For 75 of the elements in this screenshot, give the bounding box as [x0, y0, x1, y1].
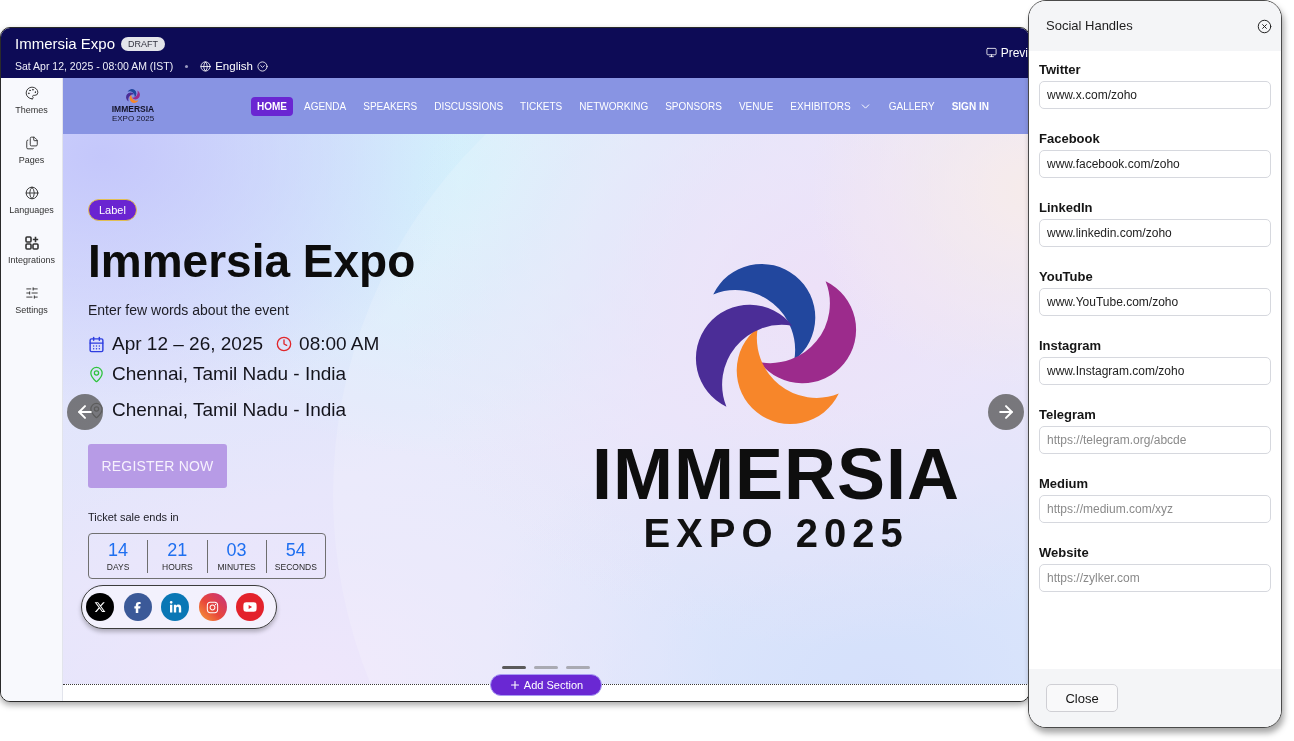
field-label: Telegram: [1039, 407, 1097, 422]
language-selector[interactable]: English: [200, 59, 268, 73]
countdown-unit: MINUTES: [217, 562, 256, 572]
logo-title: IMMERSIA: [592, 441, 960, 507]
nav-link[interactable]: HOME: [251, 96, 293, 116]
plus-icon: [508, 679, 521, 691]
location-pin-icon: [88, 365, 105, 383]
input-field[interactable]: https://telegram.org/abcde: [1039, 426, 1271, 454]
nav-logo-title: IMMERSIA: [111, 104, 155, 114]
sidebar-item[interactable]: Languages: [1, 186, 62, 236]
field-label: Twitter: [1039, 62, 1082, 77]
event-tagline: Enter few words about the event: [88, 301, 289, 319]
arrow-left-icon: [75, 402, 95, 422]
play-button-icon[interactable]: [236, 593, 264, 621]
input-field[interactable]: www.linkedin.com/zoho: [1039, 219, 1271, 247]
in-letter-icon[interactable]: [161, 593, 189, 621]
add-section-button[interactable]: Add Section: [490, 674, 602, 696]
field-label: LinkedIn: [1039, 200, 1094, 215]
status-badge: DRAFT: [121, 37, 166, 51]
field-label: YouTube: [1039, 269, 1094, 284]
input-field[interactable]: https://zylker.com: [1039, 564, 1271, 592]
arrow-right-icon: [996, 402, 1016, 422]
clock-icon: [276, 336, 293, 352]
next-slide-button[interactable]: [988, 394, 1024, 430]
calendar-icon: [88, 335, 105, 353]
event-schedule: Sat Apr 12, 2025 - 08:00 AM (IST): [15, 59, 174, 73]
event-time: 08:00 AM: [299, 332, 380, 356]
countdown-unit: DAYS: [106, 562, 130, 572]
f-letter-icon[interactable]: [123, 593, 152, 621]
nav-logo-subtitle: EXPO 2025: [111, 114, 155, 123]
sliders-icon: [24, 286, 39, 300]
input-field[interactable]: https://medium.com/xyz: [1039, 495, 1271, 523]
label-badge: Label: [88, 199, 137, 221]
app-title: Immersia Expo: [15, 35, 116, 53]
documents-icon: [24, 136, 39, 150]
chevron-down-icon: [256, 60, 268, 72]
event-location: Chennai, Tamil Nadu - India: [112, 362, 347, 386]
event-title: Immersia Expo: [88, 235, 416, 287]
event-location: Chennai, Tamil Nadu - India: [112, 398, 347, 422]
sidebar-item[interactable]: Integrations: [1, 236, 62, 286]
close-icon[interactable]: [1257, 18, 1272, 34]
countdown-value: 54: [285, 540, 306, 560]
input-field[interactable]: www.x.com/zoho: [1039, 81, 1271, 109]
previous-slide-button[interactable]: [67, 394, 103, 430]
field-label: Website: [1039, 545, 1090, 560]
sidebar-item[interactable]: Pages: [1, 136, 62, 186]
countdown-value: 14: [108, 540, 129, 560]
swirl-logo-icon: [126, 89, 140, 103]
camera-icon[interactable]: [198, 593, 227, 621]
countdown-value: 03: [226, 540, 247, 560]
input-field[interactable]: www.facebook.com/zoho: [1039, 150, 1271, 178]
countdown-unit: SECONDS: [274, 562, 317, 572]
grid-plus-icon: [24, 236, 39, 250]
preview-button[interactable]: Previ: [985, 45, 1028, 60]
countdown-unit: HOURS: [162, 562, 193, 572]
globe-icon: [200, 60, 212, 72]
slide-indicator[interactable]: [502, 666, 526, 669]
sidebar-item[interactable]: Settings: [1, 286, 62, 336]
countdown-value: 21: [167, 540, 188, 560]
sidebar-item[interactable]: Themes: [1, 86, 62, 136]
palette-icon: [24, 86, 39, 100]
countdown-caption: Ticket sale ends in: [88, 510, 179, 524]
field-label: Facebook: [1039, 131, 1101, 146]
logo-subtitle: EXPO 2025: [643, 513, 909, 553]
field-label: Medium: [1039, 476, 1090, 491]
x-letter-icon[interactable]: [86, 593, 114, 621]
panel-title: Social Handles: [1046, 18, 1133, 34]
monitor-icon: [985, 47, 997, 58]
event-date: Apr 12 – 26, 2025: [112, 332, 264, 356]
field-label: Instagram: [1039, 338, 1103, 353]
globe-icon: [24, 186, 39, 200]
close-button[interactable]: Close: [1046, 684, 1118, 712]
input-field[interactable]: www.Instagram.com/zoho: [1039, 357, 1271, 385]
separator-dot-icon: [185, 64, 189, 68]
input-field[interactable]: www.YouTube.com/zoho: [1039, 288, 1271, 316]
